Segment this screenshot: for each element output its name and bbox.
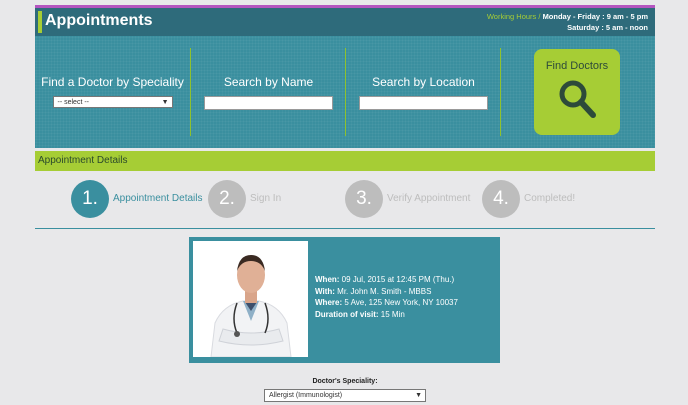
title-accent-bar	[38, 11, 42, 33]
location-search-label: Search by Location	[372, 75, 475, 89]
with-row: With: Mr. John M. Smith - MBBS	[315, 286, 458, 298]
duration-row: Duration of visit: 15 Min	[315, 309, 458, 321]
speciality-search-label: Find a Doctor by Speciality	[41, 75, 184, 89]
appointment-info: When: 09 Jul, 2015 at 12:45 PM (Thu.) Wi…	[315, 274, 458, 320]
working-hours-label: Working Hours /	[486, 12, 541, 21]
section-title: Appointment Details	[38, 155, 128, 166]
page-title: Appointments	[45, 12, 153, 29]
speciality-select[interactable]: -- select -- ▼	[52, 96, 173, 108]
doctor-speciality-select[interactable]: Allergist (Immunologist) ▼	[264, 389, 426, 402]
weekday-hours: Monday - Friday : 9 am - 5 pm	[542, 12, 648, 21]
appointment-card: When: 09 Jul, 2015 at 12:45 PM (Thu.) Wi…	[189, 237, 500, 363]
step-label: Sign In	[250, 193, 282, 204]
magnifier-icon	[559, 80, 596, 118]
step-number: 3.	[345, 180, 383, 218]
step-number: 4.	[482, 180, 520, 218]
when-row: When: 09 Jul, 2015 at 12:45 PM (Thu.)	[315, 274, 458, 286]
with-label: With:	[315, 286, 335, 296]
name-search-label: Search by Name	[223, 75, 314, 89]
dropdown-arrow-icon: ▼	[161, 99, 169, 106]
section-header: Appointment Details	[35, 151, 655, 171]
name-search-input[interactable]	[204, 96, 333, 110]
step-number: 1.	[71, 180, 109, 218]
name-search: Search by Name	[190, 48, 346, 136]
saturday-hours: Saturday : 5 am - noon	[567, 23, 648, 32]
doctor-avatar-icon	[193, 241, 308, 357]
duration-value: 15 Min	[380, 309, 405, 319]
where-label: Where:	[315, 298, 343, 307]
divider	[35, 228, 655, 229]
step-label: Completed!	[524, 193, 576, 204]
find-doctors-button[interactable]: Find Doctors	[534, 49, 620, 135]
when-label: When:	[315, 275, 340, 284]
step-label: Verify Appointment	[387, 193, 471, 204]
duration-label: Duration of visit:	[315, 309, 379, 319]
where-row: Where: 5 Ave, 125 New York, NY 10037	[315, 297, 458, 309]
doctor-speciality-label: Doctor's Speciality:	[312, 378, 378, 385]
page-header: Appointments Working Hours / Monday - Fr…	[35, 8, 655, 36]
working-hours: Working Hours / Monday - Friday : 9 am -…	[487, 11, 648, 33]
doctor-photo	[193, 241, 308, 357]
speciality-select-value: -- select --	[57, 99, 90, 106]
doctor-speciality-value: Allergist (Immunologist)	[269, 392, 343, 399]
speciality-search: Find a Doctor by Speciality -- select --…	[35, 48, 190, 136]
with-value: Mr. John M. Smith - MBBS	[337, 286, 432, 296]
step-number: 2.	[208, 180, 246, 218]
find-doctors-label: Find Doctors	[545, 60, 609, 72]
location-search: Search by Location	[345, 48, 501, 136]
dropdown-arrow-icon: ▼	[415, 392, 422, 399]
when-value: 09 Jul, 2015 at 12:45 PM (Thu.)	[341, 275, 455, 284]
step-label: Appointment Details	[113, 193, 203, 204]
location-search-input[interactable]	[359, 96, 488, 110]
where-value: 5 Ave, 125 New York, NY 10037	[344, 298, 458, 307]
